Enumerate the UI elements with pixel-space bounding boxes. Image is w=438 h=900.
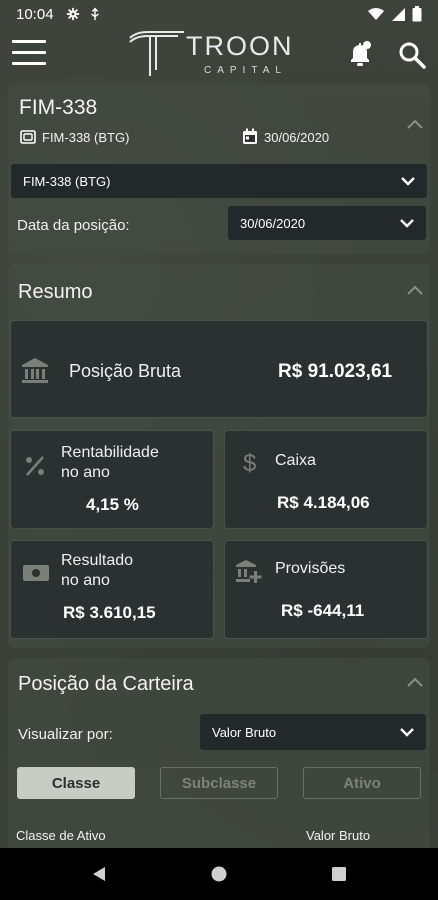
menu-button[interactable] [12, 40, 46, 68]
fund-select[interactable]: FIM-338 (BTG) [11, 164, 427, 198]
brand-name: TROON [186, 31, 294, 61]
status-right [367, 6, 422, 22]
tab-classe[interactable]: Classe [17, 767, 135, 799]
troon-logo: TROON CAPITAL [128, 30, 318, 78]
posicao-bruta-label: Posição Bruta [69, 361, 182, 381]
battery-icon [412, 6, 422, 22]
menu-line [12, 40, 46, 43]
rentabilidade-label: Rentabilidade [61, 444, 159, 461]
carteira-panel: Posição da Carteira Visualizar por: Valo… [8, 658, 430, 848]
resumo-panel: Resumo Posição Bruta R$ 91.023,61 Rentab… [8, 264, 430, 648]
carteira-title: Posição da Carteira [18, 673, 194, 695]
rentabilidade-card: Rentabilidade no ano 4,15 % [10, 430, 214, 529]
back-icon[interactable] [92, 866, 106, 882]
svg-text:$: $ [243, 450, 256, 477]
caixa-card: $ Caixa R$ 4.184,06 [224, 430, 428, 529]
rentabilidade-value: 4,15 % [86, 495, 139, 514]
screen: 10:04 TROON CAPITAL FIM-338 FIM-338 (BTG… [0, 0, 438, 900]
rentabilidade-label-2: no ano [61, 464, 110, 481]
status-time: 10:04 [16, 5, 54, 23]
fund-panel: FIM-338 FIM-338 (BTG) 30/06/2020 FIM-338… [8, 84, 430, 254]
dollar-icon: $ [243, 450, 256, 477]
settings-icon [66, 7, 79, 21]
posicao-bruta-card: Posição Bruta R$ 91.023,61 [10, 320, 428, 418]
posicao-bruta-value: R$ 91.023,61 [278, 361, 393, 382]
menu-line [12, 62, 46, 65]
logo-mark-icon [129, 31, 184, 76]
chevron-down-icon [400, 219, 414, 228]
home-icon[interactable] [211, 866, 227, 882]
fund-badge: FIM-338 (BTG) [42, 130, 130, 145]
wifi-icon [368, 8, 384, 20]
usb-icon [90, 7, 99, 21]
brand-sub: CAPITAL [204, 65, 287, 76]
view-label: Visualizar por: [18, 726, 113, 743]
fund-select-value: FIM-338 (BTG) [23, 173, 111, 189]
resultado-value: R$ 3.610,15 [63, 603, 156, 622]
collapse-chevron-icon[interactable] [406, 676, 424, 688]
view-select[interactable]: Valor Bruto [200, 714, 426, 750]
caixa-value: R$ 4.184,06 [277, 493, 370, 512]
chevron-down-icon [401, 177, 415, 186]
date-badge: 30/06/2020 [264, 130, 330, 145]
column-header-classe: Classe de Ativo [16, 828, 106, 843]
bank-plus-icon [236, 560, 262, 583]
calendar-icon [243, 128, 257, 144]
date-select[interactable]: 30/06/2020 [228, 206, 426, 240]
status-bar: 10:04 [0, 0, 438, 28]
search-icon[interactable] [397, 40, 427, 70]
app-header: TROON CAPITAL [0, 28, 438, 82]
column-header-valor: Valor Bruto [306, 828, 371, 843]
tab-subclasse[interactable]: Subclasse [160, 767, 278, 799]
chevron-down-icon [400, 728, 414, 737]
system-nav-bar [0, 848, 438, 900]
percent-icon [26, 456, 44, 476]
menu-line [12, 51, 46, 54]
provisoes-value: R$ -644,11 [281, 601, 365, 620]
money-icon [23, 565, 49, 581]
fund-title: FIM-338 [19, 96, 98, 119]
view-select-value: Valor Bruto [212, 724, 277, 740]
notification-bell-icon[interactable] [346, 40, 374, 70]
recents-icon[interactable] [332, 867, 346, 881]
signal-icon [392, 7, 405, 21]
resumo-title: Resumo [18, 281, 93, 303]
date-label: Data da posição: [17, 217, 130, 234]
tab-ativo[interactable]: Ativo [303, 767, 421, 799]
collapse-chevron-icon[interactable] [406, 118, 424, 130]
provisoes-label: Provisões [275, 560, 346, 577]
wallet-icon [20, 130, 36, 144]
caixa-label: Caixa [275, 452, 316, 469]
resultado-label: Resultado [61, 552, 134, 569]
resultado-label-2: no ano [61, 572, 110, 589]
collapse-chevron-icon[interactable] [406, 284, 424, 296]
date-select-value: 30/06/2020 [240, 215, 306, 231]
bank-icon [22, 358, 48, 383]
resultado-card: Resultado no ano R$ 3.610,15 [10, 540, 214, 639]
provisoes-card: Provisões R$ -644,11 [224, 540, 428, 639]
